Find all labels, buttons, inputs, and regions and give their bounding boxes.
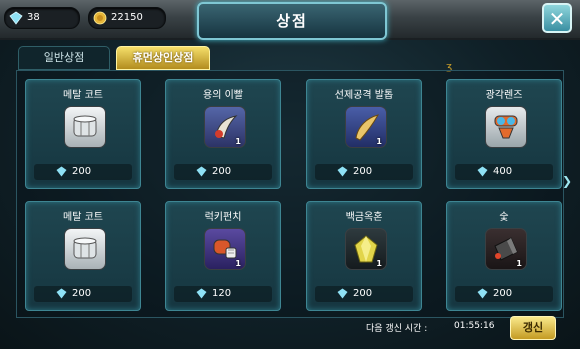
shop-item-card[interactable]: 숯 1 200 — [446, 201, 562, 311]
gold-counter: 22150 — [88, 7, 166, 29]
item-price-value: 200 — [72, 288, 92, 299]
gem-icon — [337, 166, 348, 177]
gem-icon — [477, 288, 488, 299]
gem-icon — [56, 166, 67, 177]
gem-icon — [477, 166, 488, 177]
gem-icon — [56, 288, 67, 299]
claw-icon: 1 — [345, 106, 387, 148]
item-quantity: 1 — [516, 259, 522, 268]
shop-item-card[interactable]: 메탈 코트 200 — [25, 79, 141, 189]
shop-panel: 메탈 코트 200 용의 이빨 1 200 선제공격 발톱 1 200 광각렌즈… — [16, 70, 564, 318]
item-name: 광각렌즈 — [485, 90, 523, 101]
item-name: 숯 — [499, 212, 509, 223]
item-price-value: 200 — [72, 166, 92, 177]
gold-coin-icon — [93, 11, 107, 25]
lens-icon — [485, 106, 527, 148]
item-name: 선제공격 발톱 — [334, 90, 394, 101]
item-price: 200 — [315, 164, 413, 180]
gem-icon — [196, 288, 207, 299]
item-name: 용의 이빨 — [203, 90, 243, 101]
close-icon: ✕ — [548, 7, 566, 31]
item-price-value: 200 — [353, 166, 373, 177]
gem-counter: 38 — [4, 7, 80, 29]
chevron-right-icon[interactable]: ❯ — [562, 174, 572, 188]
item-price-value: 200 — [493, 288, 513, 299]
page-title: 상점 — [197, 2, 387, 40]
gem-icon — [9, 11, 23, 25]
shop-item-card[interactable]: 백금옥혼 1 200 — [306, 201, 422, 311]
tab-general-shop[interactable]: 일반상점 — [18, 46, 110, 70]
item-price: 200 — [34, 164, 132, 180]
shop-item-card[interactable]: 선제공격 발톱 1 200 — [306, 79, 422, 189]
item-price: 120 — [174, 286, 272, 302]
item-name: 메탈 코트 — [63, 212, 103, 223]
item-price: 200 — [174, 164, 272, 180]
item-price-value: 120 — [212, 288, 232, 299]
charcoal-icon: 1 — [485, 228, 527, 270]
lucky-punch-icon: 1 — [204, 228, 246, 270]
item-price-value: 200 — [212, 166, 232, 177]
item-price: 400 — [455, 164, 553, 180]
metal-coat-icon — [64, 106, 106, 148]
item-quantity: 1 — [376, 137, 382, 146]
gold-count: 22150 — [111, 12, 143, 23]
item-price-value: 400 — [493, 166, 513, 177]
close-button[interactable]: ✕ — [542, 3, 572, 33]
item-name: 럭키펀치 — [204, 212, 242, 223]
item-price-value: 200 — [353, 288, 373, 299]
shop-item-card[interactable]: 광각렌즈 400 — [446, 79, 562, 189]
item-quantity: 1 — [376, 259, 382, 268]
shop-item-card[interactable]: 럭키펀치 1 120 — [165, 201, 281, 311]
metal-coat-icon — [64, 228, 106, 270]
dragon-tooth-icon: 1 — [204, 106, 246, 148]
refresh-label: 다음 갱신 시간 : — [366, 324, 428, 334]
top-bar: 38 22150 상점 ✕ — [0, 0, 580, 40]
shop-item-card[interactable]: 메탈 코트 200 — [25, 201, 141, 311]
refresh-timer: 01:55:16 — [454, 321, 495, 331]
item-name: 메탈 코트 — [63, 90, 103, 101]
gem-count: 38 — [27, 12, 40, 23]
tab-human-merchant-shop[interactable]: 휴먼상인상점 — [116, 46, 210, 70]
item-quantity: 1 — [235, 137, 241, 146]
item-name: 백금옥혼 — [345, 212, 383, 223]
item-price: 200 — [315, 286, 413, 302]
platinum-orb-icon: 1 — [345, 228, 387, 270]
item-price: 200 — [455, 286, 553, 302]
item-quantity: 1 — [235, 259, 241, 268]
item-price: 200 — [34, 286, 132, 302]
refresh-button[interactable]: 갱신 — [510, 316, 556, 340]
gem-icon — [337, 288, 348, 299]
gem-icon — [196, 166, 207, 177]
shop-item-card[interactable]: 용의 이빨 1 200 — [165, 79, 281, 189]
